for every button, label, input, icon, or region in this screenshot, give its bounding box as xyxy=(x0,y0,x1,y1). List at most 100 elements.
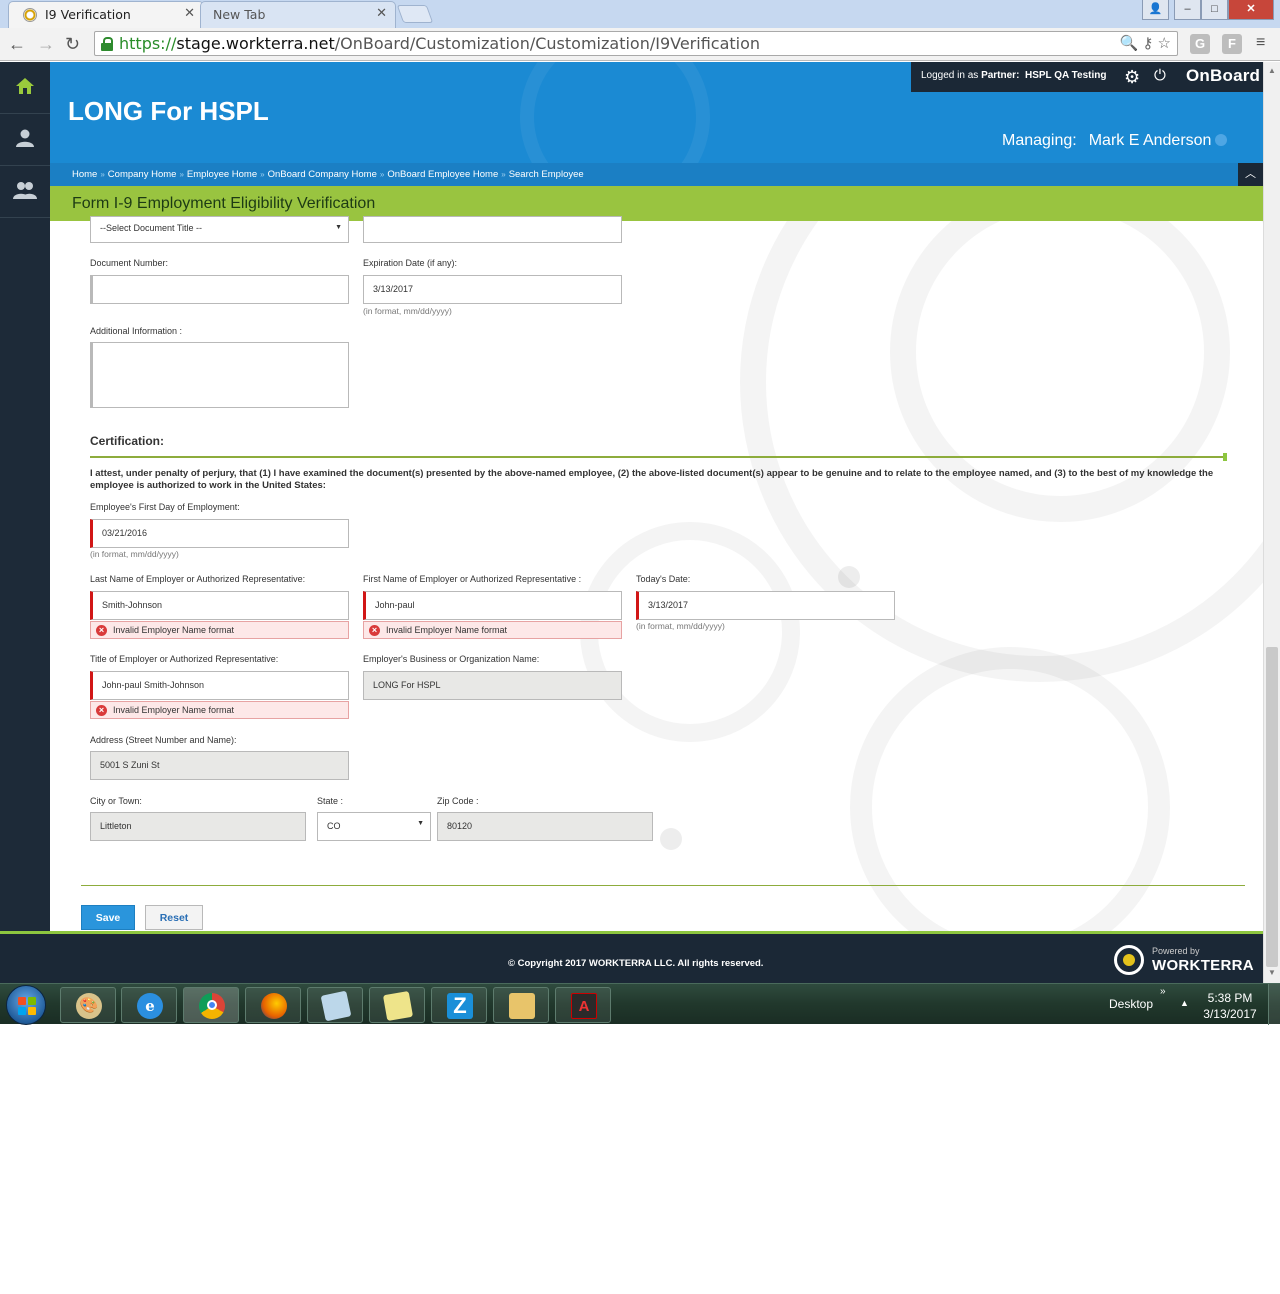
collapse-header-icon[interactable]: ︿ xyxy=(1238,163,1263,186)
scroll-up-icon[interactable]: ▲ xyxy=(1268,66,1276,75)
internet-explorer-icon: e xyxy=(137,993,163,1019)
form-bottom-divider xyxy=(81,885,1245,886)
document-number-input[interactable] xyxy=(90,275,349,304)
employer-first-name-label: First Name of Employer or Authorized Rep… xyxy=(363,574,582,584)
reload-icon[interactable]: ↻ xyxy=(65,34,80,55)
chrome-icon xyxy=(199,993,225,1019)
logged-in-text: Logged in as Partner: HSPL QA Testing xyxy=(921,70,1106,81)
additional-info-textarea[interactable] xyxy=(90,342,349,408)
employer-first-name-input[interactable]: John-paul xyxy=(363,591,622,620)
back-icon[interactable]: ← xyxy=(8,34,26,55)
zoom-icon[interactable]: 🔍 xyxy=(1120,35,1139,52)
gear-icon[interactable]: ⚙ xyxy=(1124,67,1140,88)
user-profile-icon[interactable]: 👤 xyxy=(1142,0,1169,20)
todays-date-input[interactable]: 3/13/2017 xyxy=(636,591,895,620)
first-day-label: Employee's First Day of Employment: xyxy=(90,502,240,512)
city-input[interactable]: Littleton xyxy=(90,812,306,841)
tab-new-tab[interactable]: New Tab ✕ xyxy=(200,1,396,28)
document-title-select[interactable]: --Select Document Title -- xyxy=(90,216,349,243)
omnibox-icons: 🔍 ⚷ ☆ xyxy=(1120,34,1171,52)
first-day-input[interactable]: 03/21/2016 xyxy=(90,519,349,548)
sidebar-item-users[interactable] xyxy=(0,166,50,218)
info-icon[interactable] xyxy=(1215,134,1228,146)
grammarly-extension-icon[interactable]: G xyxy=(1190,34,1210,54)
sticky-notes-icon xyxy=(382,990,414,1022)
close-window-button[interactable]: ✕ xyxy=(1228,0,1274,20)
sidebar-item-user[interactable] xyxy=(0,114,50,166)
extension-icon[interactable]: F xyxy=(1222,34,1242,54)
breadcrumb-item[interactable]: Home xyxy=(72,169,97,180)
taskbar-z-app[interactable]: Z xyxy=(431,987,487,1023)
expiration-date-input[interactable]: 3/13/2017 xyxy=(363,275,622,304)
employer-title-input[interactable]: John-paul Smith-Johnson xyxy=(90,671,349,700)
tray-expand-icon[interactable]: ▲ xyxy=(1180,998,1189,1008)
notepad-icon xyxy=(320,990,352,1022)
breadcrumb-item[interactable]: Employee Home xyxy=(187,169,257,180)
forward-icon[interactable]: → xyxy=(37,34,55,55)
taskbar-firefox[interactable] xyxy=(245,987,301,1023)
document-issuing-authority-input[interactable] xyxy=(363,216,622,243)
close-tab-icon[interactable]: ✕ xyxy=(184,6,195,21)
start-button[interactable] xyxy=(6,985,46,1025)
app-footer: © Copyright 2017 WORKTERRA LLC. All righ… xyxy=(0,931,1263,983)
taskbar-internet-explorer[interactable]: e xyxy=(121,987,177,1023)
employer-last-name-label: Last Name of Employer or Authorized Repr… xyxy=(90,574,306,584)
taskbar-paint[interactable]: 🎨 xyxy=(60,987,116,1023)
reset-button[interactable]: Reset xyxy=(145,905,203,930)
url-path: /OnBoard/Customization/Customization/I9V… xyxy=(334,34,761,53)
taskbar-sticky-notes[interactable] xyxy=(369,987,425,1023)
key-icon[interactable]: ⚷ xyxy=(1142,35,1153,52)
maximize-button[interactable]: □ xyxy=(1201,0,1228,20)
error-text: Invalid Employer Name format xyxy=(386,625,508,635)
city-label: City or Town: xyxy=(90,796,142,806)
page-scrollbar[interactable]: ▲ ▼ xyxy=(1263,62,1280,983)
address-input[interactable]: 5001 S Zuni St xyxy=(90,751,349,780)
new-tab-button[interactable] xyxy=(396,5,434,23)
breadcrumb-separator-icon: » xyxy=(179,170,184,179)
workterra-brand: WORKTERRA xyxy=(1152,957,1254,974)
tab-i9-verification[interactable]: I9 Verification ✕ xyxy=(8,1,204,28)
breadcrumb-list: Home» Company Home» Employee Home» OnBoard … xyxy=(72,169,584,180)
managing-label: Managing: xyxy=(1002,132,1077,149)
state-select[interactable]: CO xyxy=(317,812,431,841)
error-icon: × xyxy=(96,705,107,716)
bookmark-star-icon[interactable]: ☆ xyxy=(1158,35,1171,52)
scrollbar-thumb[interactable] xyxy=(1266,647,1278,967)
employer-last-name-input[interactable]: Smith-Johnson xyxy=(90,591,349,620)
show-desktop-button[interactable] xyxy=(1268,984,1280,1025)
additional-info-label: Additional Information : xyxy=(90,326,183,336)
breadcrumb-item[interactable]: OnBoard Employee Home xyxy=(387,169,498,180)
home-icon xyxy=(16,78,34,94)
breadcrumb-item[interactable]: OnBoard Company Home xyxy=(268,169,377,180)
first-day-hint: (in format, mm/dd/yyyy) xyxy=(90,549,179,559)
business-name-input[interactable]: LONG For HSPL xyxy=(363,671,622,700)
taskbar-file-explorer[interactable] xyxy=(493,987,549,1023)
sidebar-item-home[interactable] xyxy=(0,62,50,114)
taskbar-acrobat[interactable]: A xyxy=(555,987,611,1023)
powered-by-label: Powered by xyxy=(1152,946,1200,956)
employer-title-error: × Invalid Employer Name format xyxy=(90,701,349,719)
address-bar[interactable]: https://stage.workterra.net/OnBoard/Cust… xyxy=(94,31,1178,56)
zip-input[interactable]: 80120 xyxy=(437,812,653,841)
breadcrumb-item[interactable]: Company Home xyxy=(108,169,177,180)
system-clock[interactable]: 5:38 PM 3/13/2017 xyxy=(1196,990,1264,1022)
close-tab-icon[interactable]: ✕ xyxy=(376,6,387,21)
onboard-brand: OnBoard xyxy=(1186,66,1261,85)
tray-chevron-icon[interactable]: » xyxy=(1160,986,1166,997)
user-icon xyxy=(16,129,34,147)
desktop-toolbar-label[interactable]: Desktop xyxy=(1109,997,1153,1011)
breadcrumb-item[interactable]: Search Employee xyxy=(509,169,584,180)
scroll-down-icon[interactable]: ▼ xyxy=(1268,968,1276,977)
tab-label: I9 Verification xyxy=(45,7,131,22)
taskbar-notepad[interactable] xyxy=(307,987,363,1023)
watermark-circle xyxy=(850,647,1170,931)
power-icon[interactable]: ⏻ xyxy=(1154,67,1166,84)
browser-menu-icon[interactable]: ≡ xyxy=(1256,34,1265,52)
windows-taskbar: 🎨 e Z A Desktop » ▲ 5:38 PM 3/13/2017 xyxy=(0,983,1280,1025)
taskbar-chrome[interactable] xyxy=(183,987,239,1023)
clock-time: 5:38 PM xyxy=(1207,991,1253,1005)
save-button[interactable]: Save xyxy=(81,905,135,930)
managing-name[interactable]: Mark E Anderson xyxy=(1089,132,1212,149)
minimize-button[interactable]: – xyxy=(1174,0,1201,20)
users-icon xyxy=(13,182,37,199)
